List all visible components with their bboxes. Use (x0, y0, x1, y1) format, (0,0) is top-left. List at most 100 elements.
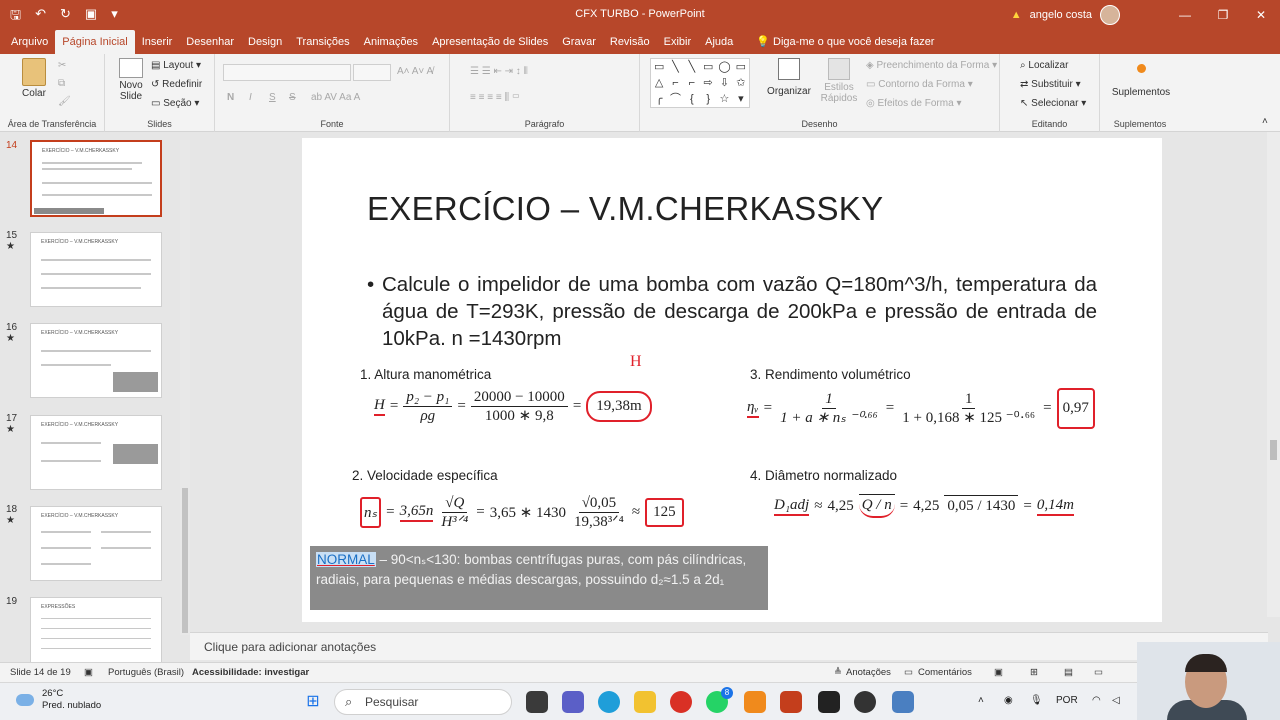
section-button[interactable]: ▭ Seção ▾ (151, 98, 199, 109)
reset-button[interactable]: ↺ Redefinir (151, 79, 202, 90)
arrange-label: Organizar (767, 86, 811, 97)
comments-icon[interactable]: ▭ (904, 667, 913, 678)
tab-apresentacao[interactable]: Apresentação de Slides (425, 30, 555, 54)
group-slides: Novo Slide ▤ Layout ▾ ↺ Redefinir ▭ Seçã… (105, 54, 215, 132)
tab-gravar[interactable]: Gravar (555, 30, 603, 54)
slide-canvas[interactable]: EXERCÍCIO – V.M.CHERKASSKY Calcule o imp… (302, 138, 1162, 622)
paste-button[interactable]: Colar (14, 58, 54, 99)
slide-scroll-thumb[interactable] (1270, 440, 1277, 460)
tab-ajuda[interactable]: Ajuda (698, 30, 740, 54)
group-label-slides: Slides (147, 119, 172, 129)
tray-app-icon[interactable]: ◉ (1004, 695, 1013, 706)
shapes-gallery[interactable]: ▭ ╲ ╲ ▭ ◯ ▭ △ ⌐ ⌐ ⇨ ⇩ ✩ ╭ ⌒{} ☆ ▾ (650, 58, 750, 108)
grow-font-icon[interactable]: A˄ A˅ A̸ (397, 66, 433, 77)
thumbnail-slide-19[interactable]: EXPRESSÕES (30, 597, 162, 662)
shape-outline-button[interactable]: ▭ Contorno da Forma ▾ (866, 79, 973, 90)
thumbnail-slide-17[interactable]: EXERCÍCIO – V.M.CHERKASSKY (30, 415, 162, 490)
tab-exibir[interactable]: Exibir (657, 30, 699, 54)
addins-button[interactable]: Suplementos (1106, 64, 1176, 98)
tell-me-search[interactable]: 💡 Diga-me o que você deseja fazer (756, 30, 934, 54)
tab-animacoes[interactable]: Animações (357, 30, 425, 54)
thumbnail-slide-15[interactable]: EXERCÍCIO – V.M.CHERKASSKY (30, 232, 162, 307)
align-icon[interactable]: ≡ ≡ ≡ ≡ ⫼ ▭ (470, 92, 520, 103)
thumbnail-slide-14[interactable]: EXERCÍCIO – V.M.CHERKASSKY (30, 140, 162, 217)
font-name-dropdown[interactable] (223, 64, 351, 81)
tab-revisao[interactable]: Revisão (603, 30, 657, 54)
language-status[interactable]: Português (Brasil) (108, 667, 184, 678)
quick-styles-button[interactable]: Estilos Rápidos (816, 58, 862, 104)
thumbnail-slide-18[interactable]: EXERCÍCIO – V.M.CHERKASSKY (30, 506, 162, 581)
chrome-icon[interactable] (670, 691, 692, 713)
comments-toggle[interactable]: Comentários (918, 667, 972, 678)
edge-icon[interactable] (598, 691, 620, 713)
tab-desenhar[interactable]: Desenhar (179, 30, 241, 54)
tray-chevron-icon[interactable]: ˄ (978, 695, 984, 706)
select-button[interactable]: ↖ Selecionar ▾ (1020, 98, 1086, 109)
collapse-ribbon-icon[interactable]: ˄ (1262, 116, 1268, 127)
notes-toggle-icon[interactable]: ≜ (834, 667, 842, 678)
bold-button[interactable]: N (227, 92, 234, 103)
equation-2: nₛ = 3,65n √Q H³ᐟ⁴ = 3,65 ∗ 1430 √0,05 19,… (360, 494, 684, 531)
slide-bullet[interactable]: Calcule o impelidor de uma bomba com vaz… (367, 271, 1097, 352)
windows-start-icon[interactable]: ⊞ (302, 691, 324, 713)
tab-arquivo[interactable]: Arquivo (4, 30, 55, 54)
eq1-num2: 20000 − 10000 (470, 388, 568, 407)
eq2-mid: 3,65n (399, 503, 434, 522)
tab-pagina-inicial[interactable]: Página Inicial (55, 30, 135, 54)
accessibility-status[interactable]: Acessibilidade: investigar (192, 667, 309, 678)
shape-fill-button[interactable]: ◈ Preenchimento da Forma ▾ (866, 60, 997, 71)
slide-title[interactable]: EXERCÍCIO – V.M.CHERKASSKY (367, 190, 883, 228)
avatar[interactable] (1100, 5, 1120, 25)
find-button[interactable]: ⌕ Localizar (1020, 60, 1068, 71)
eq4-root2: 0,05 / 1430 (944, 495, 1019, 517)
notes-pane[interactable]: Clique para adicionar anotações (190, 632, 1268, 660)
italic-button[interactable]: I (249, 92, 252, 103)
classification-note[interactable]: NORMAL – 90<nₛ<130: bombas centrífugas p… (310, 546, 768, 610)
task-view-icon[interactable] (526, 691, 548, 713)
bullets-icon[interactable]: ☰ ☰ ⇤ ⇥ ↕ ⫴ (470, 66, 528, 77)
powerpoint-icon[interactable] (780, 691, 802, 713)
notes-toggle[interactable]: Anotações (846, 667, 891, 678)
font-size-dropdown[interactable] (353, 64, 391, 81)
normal-view-icon[interactable]: ▣ (994, 667, 1003, 678)
weather-widget[interactable]: 26°C Pred. nublado (16, 688, 101, 712)
app-vista-icon[interactable] (892, 691, 914, 713)
microphone-icon[interactable]: 🎙 (1030, 695, 1043, 706)
sorter-view-icon[interactable]: ⊞ (1030, 667, 1038, 678)
wifi-icon[interactable]: ◠ (1092, 695, 1101, 706)
tray-lang[interactable]: POR (1056, 695, 1078, 706)
format-painter-icon[interactable]: 🖌 (58, 96, 71, 107)
file-explorer-icon[interactable] (634, 691, 656, 713)
app-dark-icon[interactable] (854, 691, 876, 713)
spellcheck-icon[interactable]: ▣ (84, 667, 93, 678)
maximize-icon[interactable]: ❐ (1204, 0, 1242, 30)
reading-view-icon[interactable]: ▤ (1064, 667, 1073, 678)
copy-icon[interactable]: ⧉ (58, 78, 65, 89)
thumbnails-scroll-thumb[interactable] (182, 488, 188, 633)
tab-design[interactable]: Design (241, 30, 289, 54)
close-icon[interactable]: ✕ (1242, 0, 1280, 30)
app-orange-icon[interactable] (744, 691, 766, 713)
taskbar-search[interactable]: ⌕ Pesquisar (334, 689, 512, 715)
font-color-icon[interactable]: ab AV Aa A (311, 92, 360, 103)
clipboard-icon (22, 58, 46, 86)
underline-button[interactable]: S (269, 92, 276, 103)
layout-button[interactable]: ▤ Layout ▾ (151, 60, 201, 71)
teams-icon[interactable] (562, 691, 584, 713)
strike-button[interactable]: S (289, 92, 296, 103)
replace-button[interactable]: ⇄ Substituir ▾ (1020, 79, 1081, 90)
shape-effects-button[interactable]: ◎ Efeitos de Forma ▾ (866, 98, 961, 109)
cut-icon[interactable]: ✂ (58, 60, 66, 71)
tab-transicoes[interactable]: Transições (289, 30, 356, 54)
slide-scrollbar[interactable] (1267, 132, 1280, 617)
reset-label: Redefinir (162, 79, 203, 90)
new-slide-button[interactable]: Novo Slide (111, 58, 151, 102)
app-wb-icon[interactable] (818, 691, 840, 713)
user-account[interactable]: ▲ angelo costa (1011, 5, 1120, 25)
arrange-button[interactable]: Organizar (762, 58, 816, 97)
tab-inserir[interactable]: Inserir (135, 30, 180, 54)
volume-icon[interactable]: ◁ (1112, 695, 1120, 706)
slideshow-view-icon[interactable]: ▭ (1094, 667, 1103, 678)
minimize-icon[interactable]: — (1166, 0, 1204, 30)
thumbnail-slide-16[interactable]: EXERCÍCIO – V.M.CHERKASSKY (30, 323, 162, 398)
